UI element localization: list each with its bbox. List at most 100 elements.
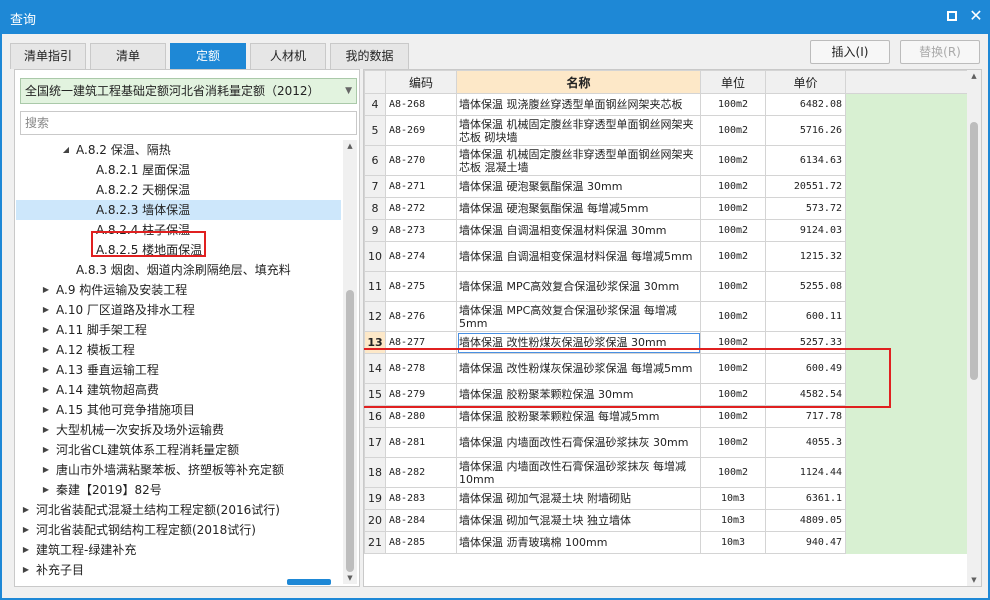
table-row[interactable]: 17 A8-281 墙体保温 内墙面改性石膏保温砂浆抹灰 30mm 100m2 4055… — [364, 427, 968, 458]
price-cell[interactable]: 6134.63 — [765, 145, 846, 176]
unit-cell[interactable]: 10m3 — [700, 487, 766, 510]
scroll-up-icon[interactable]: ▲ — [343, 140, 357, 152]
price-cell[interactable]: 6482.08 — [765, 93, 846, 116]
splitter-grip[interactable] — [287, 579, 331, 585]
price-cell[interactable]: 5255.08 — [765, 271, 846, 302]
price-cell[interactable]: 1215.32 — [765, 241, 846, 272]
name-cell[interactable]: 墙体保温 砌加气混凝土块 附墙砌贴 — [456, 487, 701, 510]
maximize-icon[interactable] — [944, 8, 960, 24]
header-code[interactable]: 编码 — [385, 70, 457, 94]
tree-item[interactable]: ◢ A.8.2 保温、隔热 — [16, 140, 341, 160]
code-cell[interactable]: A8-284 — [385, 509, 457, 532]
table-row[interactable]: 21 A8-285 墙体保温 沥青玻璃棉 100mm 10m3 940.47 — [364, 531, 968, 554]
expand-triangle-icon[interactable]: ▶ — [40, 480, 52, 500]
unit-cell[interactable]: 100m2 — [700, 197, 766, 220]
row-number[interactable]: 16 — [364, 405, 386, 428]
expand-triangle-icon[interactable]: ▶ — [20, 520, 32, 540]
unit-cell[interactable]: 100m2 — [700, 145, 766, 176]
expand-triangle-icon[interactable]: ▶ — [20, 560, 32, 580]
collapse-triangle-icon[interactable]: ◢ — [60, 140, 72, 160]
unit-cell[interactable]: 100m2 — [700, 271, 766, 302]
row-number[interactable]: 20 — [364, 509, 386, 532]
row-number[interactable]: 19 — [364, 487, 386, 510]
code-cell[interactable]: A8-271 — [385, 175, 457, 198]
tree-item[interactable]: ▶ A.9 构件运输及安装工程 — [16, 280, 341, 300]
tree-item[interactable]: ▶ 唐山市外墙满粘聚苯板、挤塑板等补充定额 — [16, 460, 341, 480]
name-cell[interactable]: 墙体保温 自调温相变保温材料保温 每增减5mm — [456, 241, 701, 272]
tab-quota[interactable]: 定额 — [170, 43, 246, 69]
tree-item[interactable]: A.8.2.2 天棚保温 — [16, 180, 341, 200]
price-cell[interactable]: 600.11 — [765, 301, 846, 332]
name-cell[interactable]: 墙体保温 硬泡聚氨酯保温 30mm — [456, 175, 701, 198]
name-cell[interactable]: 墙体保温 内墙面改性石膏保温砂浆抹灰 30mm — [456, 427, 701, 458]
tree-item[interactable]: ▶ A.11 脚手架工程 — [16, 320, 341, 340]
expand-triangle-icon[interactable]: ▶ — [40, 400, 52, 420]
row-number[interactable]: 4 — [364, 93, 386, 116]
tab-labor-material-machine[interactable]: 人材机 — [250, 43, 326, 69]
name-cell[interactable]: 墙体保温 内墙面改性石膏保温砂浆抹灰 每增减10mm — [456, 457, 701, 488]
expand-triangle-icon[interactable]: ▶ — [40, 360, 52, 380]
row-number[interactable]: 5 — [364, 115, 386, 146]
price-cell[interactable]: 4809.05 — [765, 509, 846, 532]
row-number[interactable]: 18 — [364, 457, 386, 488]
code-cell[interactable]: A8-272 — [385, 197, 457, 220]
expand-triangle-icon[interactable]: ▶ — [40, 380, 52, 400]
expand-triangle-icon[interactable]: ▶ — [40, 280, 52, 300]
table-row[interactable]: 20 A8-284 墙体保温 砌加气混凝土块 独立墙体 10m3 4809.05 — [364, 509, 968, 532]
code-cell[interactable]: A8-269 — [385, 115, 457, 146]
unit-cell[interactable]: 100m2 — [700, 405, 766, 428]
row-number[interactable]: 7 — [364, 175, 386, 198]
name-cell[interactable]: 墙体保温 MPC高效复合保温砂浆保温 每增减5mm — [456, 301, 701, 332]
dropdown-arrow-icon[interactable]: ▼ — [345, 79, 352, 103]
tree-item[interactable]: A.8.2.1 屋面保温 — [16, 160, 341, 180]
code-cell[interactable]: A8-285 — [385, 531, 457, 554]
grid-scroll-up-icon[interactable]: ▲ — [967, 70, 981, 82]
tree-item[interactable]: ▶ 河北省CL建筑体系工程消耗量定额 — [16, 440, 341, 460]
unit-cell[interactable]: 100m2 — [700, 427, 766, 458]
price-cell[interactable]: 717.78 — [765, 405, 846, 428]
close-icon[interactable]: ✕ — [968, 8, 984, 24]
unit-cell[interactable]: 100m2 — [700, 175, 766, 198]
expand-triangle-icon[interactable]: ▶ — [40, 420, 52, 440]
name-cell[interactable]: 墙体保温 MPC高效复合保温砂浆保温 30mm — [456, 271, 701, 302]
tab-bill-guide[interactable]: 清单指引 — [10, 43, 86, 69]
row-number[interactable]: 17 — [364, 427, 386, 458]
row-number[interactable]: 6 — [364, 145, 386, 176]
tree-item[interactable]: ▶ A.14 建筑物超高费 — [16, 380, 341, 400]
tree-item[interactable]: ▶ A.15 其他可竞争措施项目 — [16, 400, 341, 420]
table-row[interactable]: 9 A8-273 墙体保温 自调温相变保温材料保温 30mm 100m2 9124.03 — [364, 219, 968, 242]
row-number[interactable]: 10 — [364, 241, 386, 272]
insert-button[interactable]: 插入(I) — [810, 40, 890, 64]
tab-bill[interactable]: 清单 — [90, 43, 166, 69]
name-cell[interactable]: 墙体保温 硬泡聚氨酯保温 每增减5mm — [456, 197, 701, 220]
unit-cell[interactable]: 100m2 — [700, 219, 766, 242]
tree-item[interactable]: ▶ 河北省装配式混凝土结构工程定额(2016试行) — [16, 500, 341, 520]
tree-scroll-thumb[interactable] — [346, 290, 354, 572]
code-cell[interactable]: A8-276 — [385, 301, 457, 332]
tree-item[interactable]: ▶ 补充子目 — [16, 560, 341, 580]
code-cell[interactable]: A8-283 — [385, 487, 457, 510]
table-row[interactable]: 18 A8-282 墙体保温 内墙面改性石膏保温砂浆抹灰 每增减10mm 100m2 1… — [364, 457, 968, 488]
table-row[interactable]: 11 A8-275 墙体保温 MPC高效复合保温砂浆保温 30mm 100m2 5255… — [364, 271, 968, 302]
tree-item[interactable]: ▶ A.13 垂直运输工程 — [16, 360, 341, 380]
name-cell[interactable]: 墙体保温 自调温相变保温材料保温 30mm — [456, 219, 701, 242]
table-row[interactable]: 4 A8-268 墙体保温 现浇腹丝穿透型单面钢丝网架夹芯板 100m2 6482.08 — [364, 93, 968, 116]
replace-button[interactable]: 替换(R) — [900, 40, 980, 64]
expand-triangle-icon[interactable]: ▶ — [20, 540, 32, 560]
table-row[interactable]: 6 A8-270 墙体保温 机械固定腹丝非穿透型单面钢丝网架夹芯板 混凝土墙 100m… — [364, 145, 968, 176]
expand-triangle-icon[interactable]: ▶ — [20, 500, 32, 520]
tree-item[interactable]: ▶ 秦建【2019】82号 — [16, 480, 341, 500]
code-cell[interactable]: A8-270 — [385, 145, 457, 176]
table-row[interactable]: 19 A8-283 墙体保温 砌加气混凝土块 附墙砌贴 10m3 6361.1 — [364, 487, 968, 510]
price-cell[interactable]: 20551.72 — [765, 175, 846, 198]
code-cell[interactable]: A8-273 — [385, 219, 457, 242]
expand-triangle-icon[interactable]: ▶ — [40, 320, 52, 340]
name-cell[interactable]: 墙体保温 机械固定腹丝非穿透型单面钢丝网架夹芯板 砌块墙 — [456, 115, 701, 146]
row-number[interactable]: 11 — [364, 271, 386, 302]
price-cell[interactable]: 5716.26 — [765, 115, 846, 146]
price-cell[interactable]: 940.47 — [765, 531, 846, 554]
tree-item[interactable]: ▶ 大型机械一次安拆及场外运输费 — [16, 420, 341, 440]
price-cell[interactable]: 1124.44 — [765, 457, 846, 488]
tree-item[interactable]: A.8.3 烟囱、烟道内涂刷隔绝层、填充料 — [16, 260, 341, 280]
expand-triangle-icon[interactable]: ▶ — [40, 460, 52, 480]
